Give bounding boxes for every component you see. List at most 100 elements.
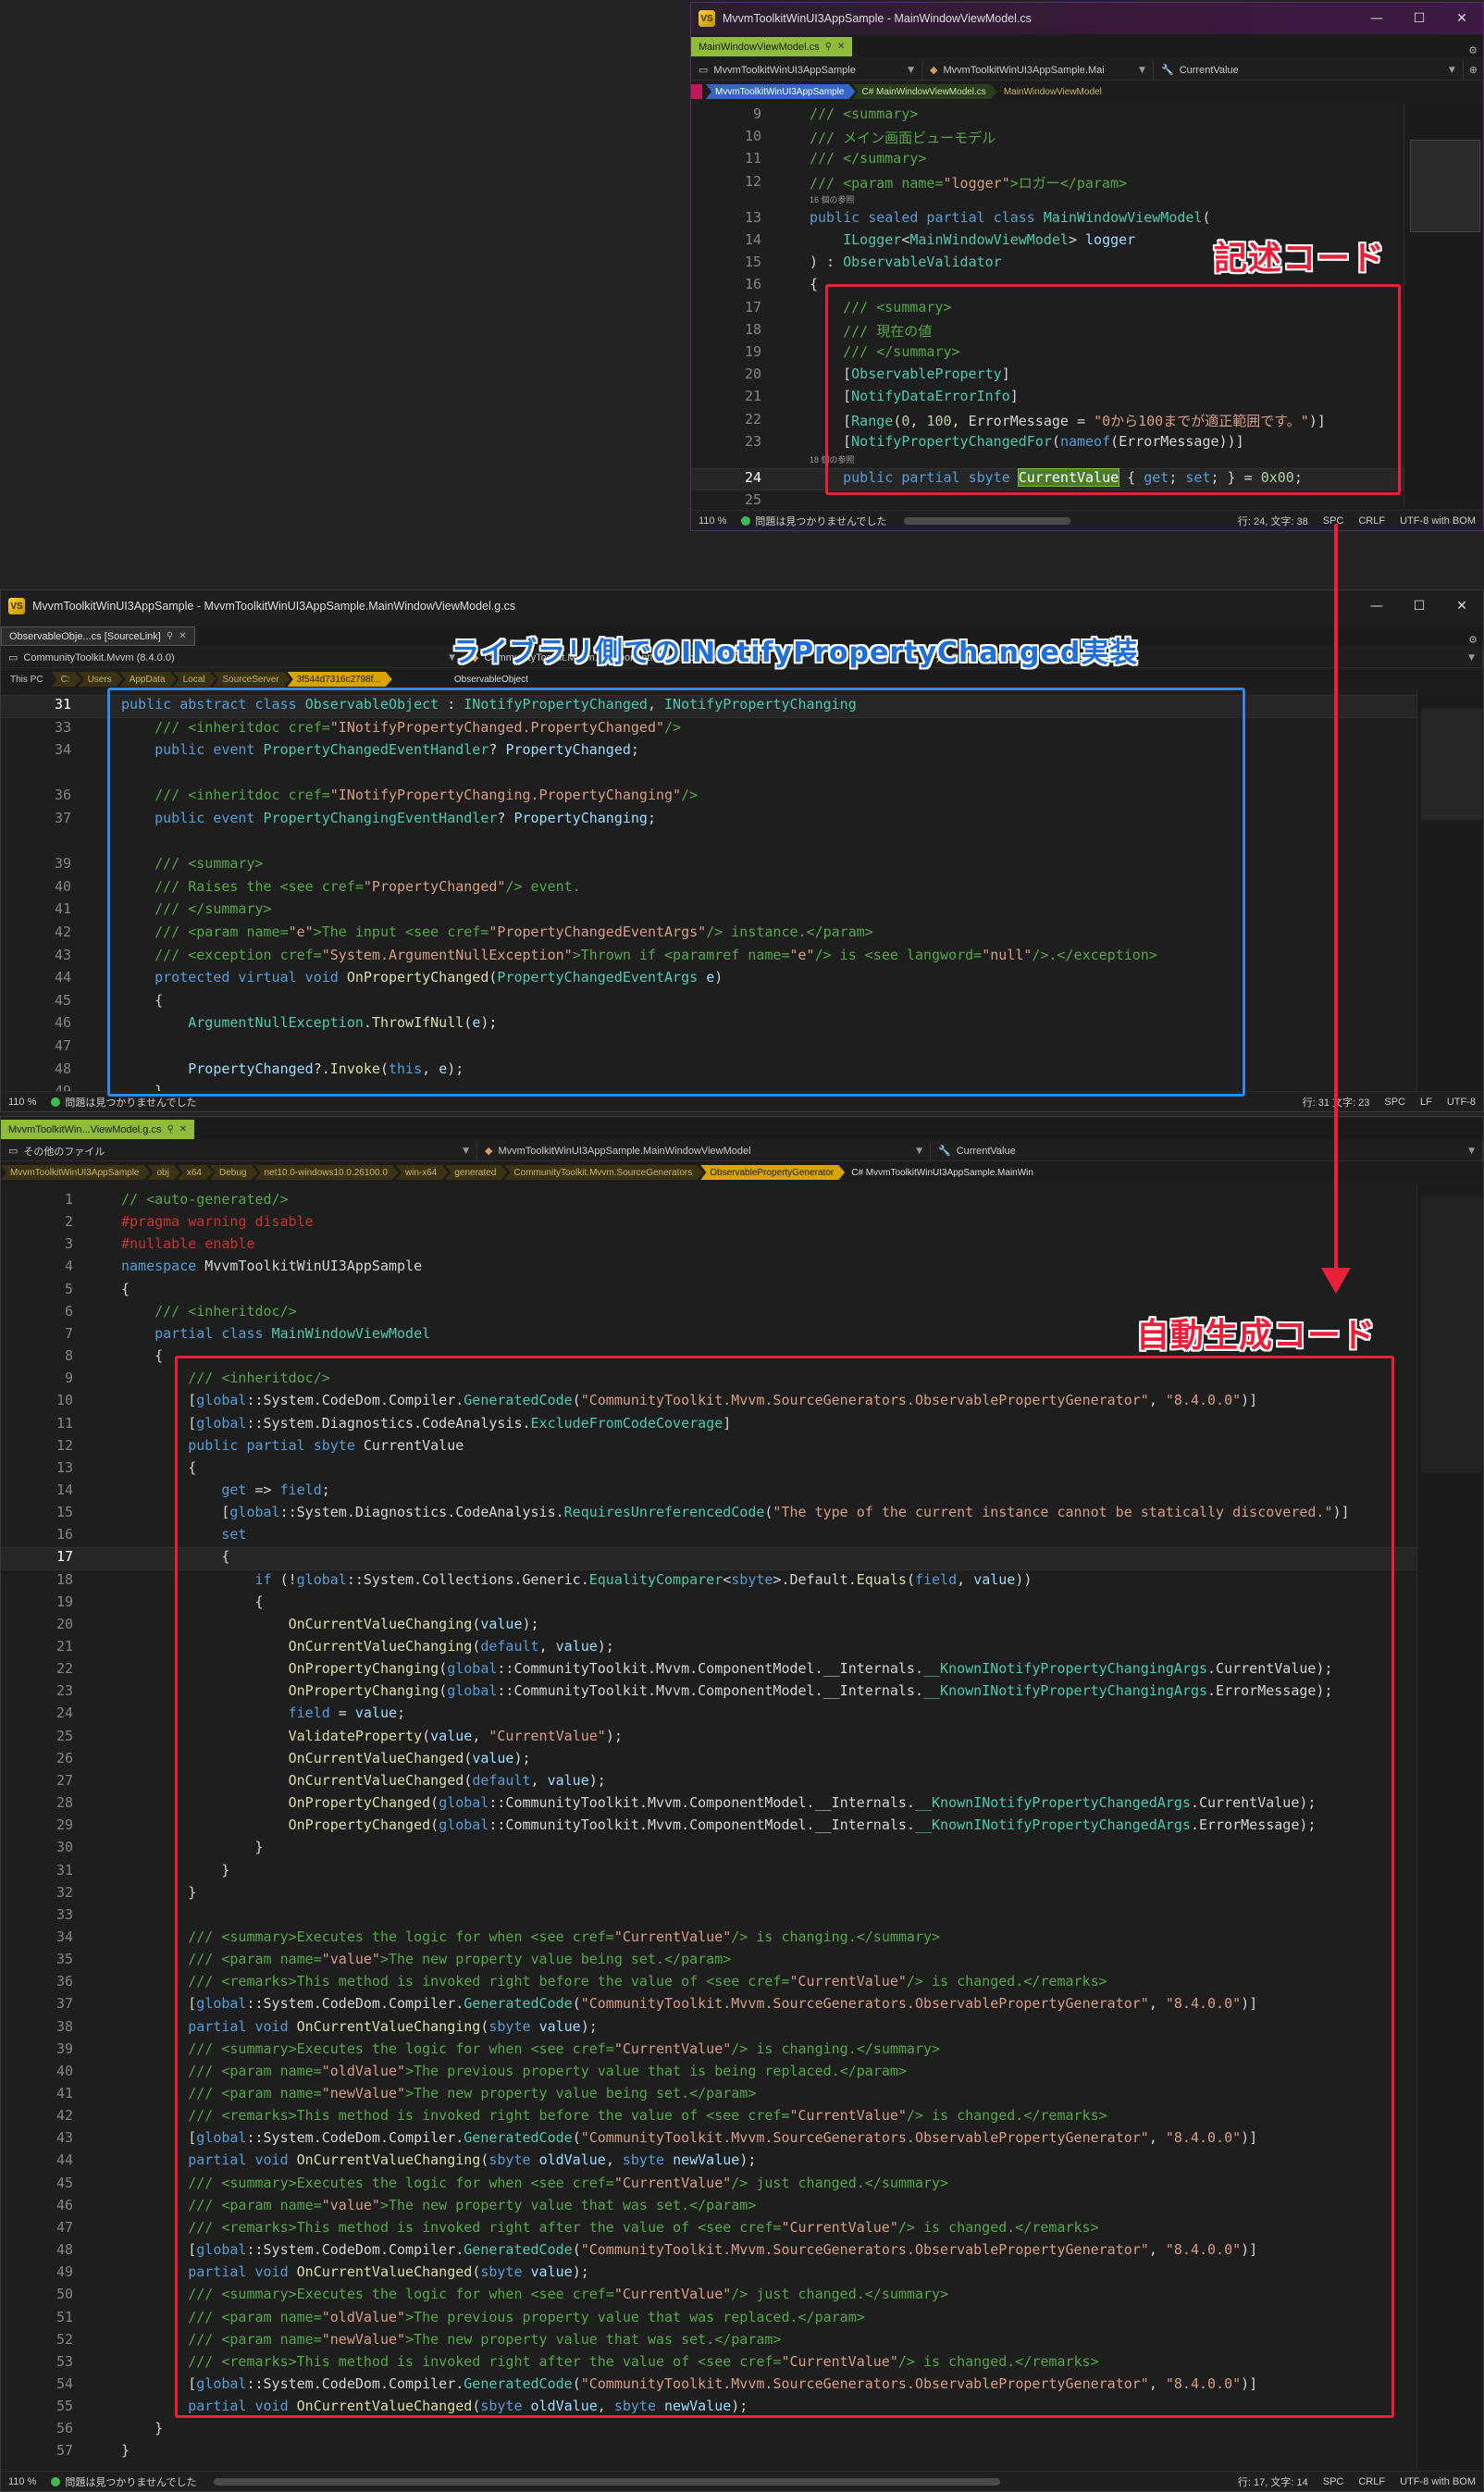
breadcrumb-file[interactable]: C# MainWindowViewModel.cs	[853, 84, 997, 99]
line-number: 54	[56, 2374, 73, 2392]
maximize-button[interactable]: ☐	[1398, 3, 1441, 34]
tab-observable-object[interactable]: ObservableObje...cs [SourceLink] ⚲ ✕	[1, 626, 195, 646]
wrench-icon: 🔧	[938, 1146, 951, 1157]
pin-icon[interactable]: ⚲	[167, 631, 173, 641]
code-line: // <auto-generated/>	[121, 1191, 289, 1208]
line-number: 36	[56, 1973, 73, 1990]
settings-gear-icon[interactable]: ⚙	[1463, 44, 1483, 56]
breadcrumb-project[interactable]: MvvmToolkitWinUI3AppSample	[706, 84, 856, 99]
nav-project-select[interactable]: ▭ その他のファイル ▼	[1, 1141, 477, 1160]
breadcrumb-hash[interactable]: 3f544d7316c2798f...	[288, 672, 392, 687]
zoom-level[interactable]: 110 %	[1, 1097, 43, 1108]
line-number: 45	[54, 991, 71, 1009]
breadcrumb-class[interactable]: ObservableObject	[445, 672, 539, 687]
minimize-button[interactable]: —	[1355, 590, 1398, 622]
tab-generated-viewmodel[interactable]: MvvmToolkitWin...ViewModel.g.cs ⚲ ✕	[1, 1120, 195, 1139]
line-number: 46	[56, 2196, 73, 2213]
indent-mode[interactable]: SPC	[1316, 2476, 1352, 2487]
nav-class-select[interactable]: ◆ MvvmToolkitWinUI3AppSample.Mai ▼	[922, 60, 1154, 80]
breadcrumb-appdata[interactable]: AppData	[120, 672, 177, 687]
breadcrumb-framework[interactable]: net10.0-windows10.0.26100.0	[254, 1165, 398, 1180]
line-number: 12	[56, 1436, 73, 1454]
line-ending[interactable]: LF	[1413, 1097, 1440, 1108]
line-number: 42	[54, 924, 71, 940]
line-number: 37	[56, 1995, 73, 2013]
breadcrumb-project[interactable]: MvvmToolkitWinUI3AppSample	[1, 1165, 151, 1180]
line-number: 14	[744, 231, 761, 248]
reference-count-lens[interactable]: 16 個の参照	[810, 193, 855, 205]
minimap[interactable]	[1416, 690, 1483, 1093]
nav-project-select[interactable]: ▭ CommunityToolkit.Mvvm (8.4.0.0) ▼	[1, 648, 464, 667]
code-line: /// メイン画面ビューモデル	[810, 130, 996, 147]
nav-member-select[interactable]: 🔧 CurrentValue ▼	[1154, 60, 1464, 80]
ok-check-icon	[51, 2476, 61, 2486]
cursor-position[interactable]: 行: 24, 文字: 38	[1230, 514, 1316, 528]
settings-gear-icon[interactable]: ⚙	[1463, 634, 1483, 646]
tab-main-window-viewmodel[interactable]: MainWindowViewModel.cs ⚲ ✕	[691, 37, 853, 56]
line-ending[interactable]: CRLF	[1351, 515, 1392, 527]
breadcrumb-file[interactable]: C# MvvmToolkitWinUI3AppSample.MainWin	[842, 1165, 1045, 1180]
chevron-down-icon: ▼	[463, 1146, 469, 1156]
breadcrumb-users[interactable]: Users	[79, 672, 123, 687]
breadcrumb-debug[interactable]: Debug	[210, 1165, 257, 1180]
breadcrumb-generator-assembly[interactable]: CommunityToolkit.Mvvm.SourceGenerators	[504, 1165, 703, 1180]
minimap[interactable]	[1416, 1185, 1483, 2470]
nav-project-select[interactable]: ▭ MvvmToolkitWinUI3AppSample ▼	[691, 60, 922, 80]
line-number: 28	[56, 1794, 73, 1812]
close-tab-icon[interactable]: ✕	[179, 1124, 187, 1134]
breadcrumb-runtime[interactable]: win-x64	[396, 1165, 448, 1180]
encoding[interactable]: UTF-8 with BOM	[1392, 515, 1483, 527]
line-number: 13	[744, 208, 761, 226]
line-number: 19	[56, 1593, 73, 1610]
horizontal-scrollbar[interactable]	[903, 516, 1070, 525]
line-ending[interactable]: CRLF	[1351, 2476, 1392, 2487]
breadcrumb-generator[interactable]: ObservablePropertyGenerator	[700, 1165, 845, 1180]
cursor-position[interactable]: 行: 17, 文字: 14	[1230, 2474, 1316, 2489]
library-impl-label: ライブラリ側でのINotifyPropertyChanged実装	[451, 637, 1139, 669]
line-number: 11	[56, 1414, 73, 1432]
line-number: 20	[744, 366, 761, 383]
line-number: 22	[56, 1660, 73, 1678]
pin-icon[interactable]: ⚲	[825, 42, 832, 52]
close-button[interactable]: ✕	[1441, 590, 1483, 622]
zoom-level[interactable]: 110 %	[691, 515, 734, 527]
zoom-level[interactable]: 110 %	[1, 2476, 43, 2487]
encoding[interactable]: UTF-8 with BOM	[1392, 2476, 1483, 2487]
pin-icon[interactable]: ⚲	[167, 1124, 173, 1134]
chevron-down-icon: ▼	[1468, 652, 1475, 663]
line-number: 3	[64, 1235, 73, 1253]
minimize-button[interactable]: —	[1355, 3, 1398, 34]
nav-class-select[interactable]: ◆ MvvmToolkitWinUI3AppSample.MainWindowVi…	[477, 1141, 931, 1160]
breadcrumb-drive[interactable]: C:	[52, 672, 81, 687]
breadcrumb-obj[interactable]: obj	[148, 1165, 180, 1180]
encoding[interactable]: UTF-8	[1440, 1097, 1483, 1108]
line-number: 20	[56, 1615, 73, 1632]
split-icon[interactable]: ⊕	[1464, 64, 1483, 76]
breadcrumb-this-pc[interactable]: This PC	[1, 672, 55, 687]
horizontal-scrollbar[interactable]	[213, 2477, 1000, 2486]
breadcrumb-class[interactable]: MainWindowViewModel	[995, 84, 1113, 99]
breadcrumb-sourceserver[interactable]: SourceServer	[214, 672, 291, 687]
code-line: }	[121, 2420, 164, 2437]
issues-status[interactable]: 問題は見つかりませんでした	[734, 514, 894, 528]
line-number: 12	[744, 172, 761, 190]
indent-mode[interactable]: SPC	[1377, 1097, 1413, 1108]
maximize-button[interactable]: ☐	[1398, 590, 1441, 622]
breadcrumb-generated[interactable]: generated	[445, 1165, 507, 1180]
code-line: ) : ObservableValidator	[810, 254, 1002, 271]
line-number: 30	[56, 1839, 73, 1856]
line-number: 48	[54, 1060, 71, 1077]
breadcrumb-x64[interactable]: x64	[178, 1165, 213, 1180]
edit-marker	[691, 84, 702, 99]
window-title: MvvmToolkitWinUI3AppSample - MainWindowV…	[723, 12, 1032, 25]
code-line: }	[121, 2442, 130, 2460]
close-tab-icon[interactable]: ✕	[837, 42, 845, 52]
minimap[interactable]	[1404, 103, 1483, 508]
close-tab-icon[interactable]: ✕	[179, 631, 186, 641]
nav-member-select[interactable]: 🔧 CurrentValue ▼	[931, 1141, 1483, 1160]
close-button[interactable]: ✕	[1441, 3, 1483, 34]
breadcrumb-local[interactable]: Local	[174, 672, 216, 687]
issues-status[interactable]: 問題は見つかりませんでした	[43, 2474, 204, 2489]
line-number: 15	[56, 1504, 73, 1521]
title-bar: VS MvvmToolkitWinUI3AppSample - MainWind…	[691, 3, 1483, 34]
